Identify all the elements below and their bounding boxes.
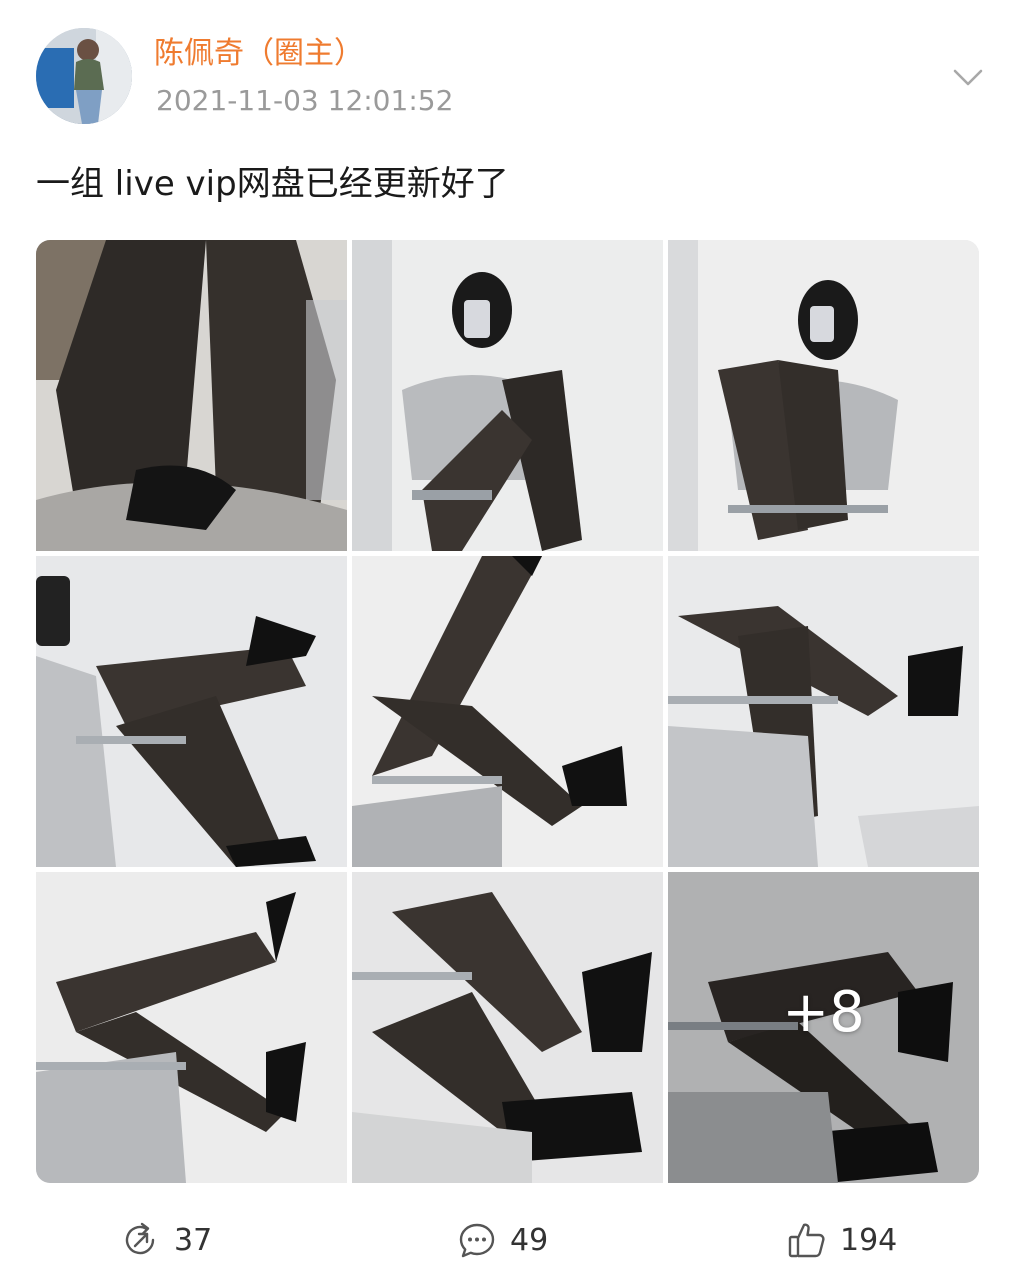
like-button[interactable]: 194: [786, 1208, 897, 1272]
more-options-button[interactable]: [946, 56, 990, 100]
avatar-image: [36, 28, 132, 124]
post-card: 陈佩奇（圈主） 2021-11-03 12:01:52 一组 live vip网…: [0, 0, 1015, 1280]
avatar[interactable]: [36, 28, 132, 124]
photo-5[interactable]: [352, 556, 663, 867]
comment-count: 49: [510, 1222, 549, 1258]
photo-4[interactable]: [36, 556, 347, 867]
repost-count: 37: [174, 1222, 213, 1258]
like-icon: [788, 1223, 825, 1258]
repost-icon: [125, 1222, 155, 1255]
photo-2[interactable]: [352, 240, 663, 551]
photo-6[interactable]: [668, 556, 979, 867]
comment-icon: [459, 1223, 495, 1258]
action-bar: 37 49 194: [0, 1208, 1015, 1272]
photo-7[interactable]: [36, 872, 347, 1183]
chevron-down-icon: [953, 69, 983, 86]
post-text: 一组 live vip网盘已经更新好了: [36, 164, 509, 204]
photo-9[interactable]: +8: [668, 872, 979, 1183]
like-count: 194: [840, 1222, 898, 1258]
photo-1[interactable]: [36, 240, 347, 551]
image-grid: +8: [36, 240, 979, 1183]
photo-8[interactable]: [352, 872, 663, 1183]
comment-button[interactable]: 49: [456, 1208, 548, 1272]
author-name[interactable]: 陈佩奇（圈主）: [154, 34, 364, 74]
photo-3[interactable]: [668, 240, 979, 551]
post-timestamp: 2021-11-03 12:01:52: [156, 84, 454, 117]
repost-button[interactable]: 37: [120, 1208, 212, 1272]
